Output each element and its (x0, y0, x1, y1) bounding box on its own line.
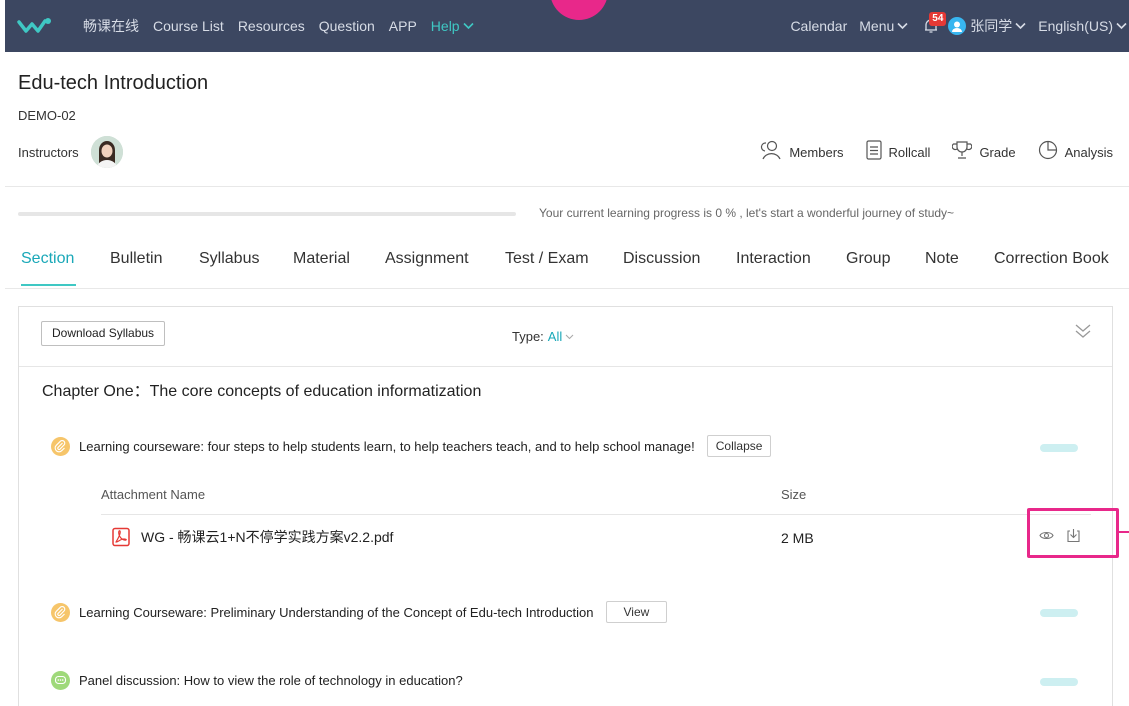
learning-progress-bar (18, 212, 516, 216)
collapse-button[interactable]: Collapse (706, 435, 772, 457)
nav-course-list[interactable]: Course List (153, 18, 224, 34)
attachment-divider (101, 514, 1091, 515)
annotation-pointer-line (1119, 531, 1129, 533)
nav-menu-label: Menu (859, 18, 895, 34)
type-filter: Type: All (512, 329, 574, 344)
learning-progress-text: Your current learning progress is 0 % , … (539, 206, 955, 220)
tab-assignment[interactable]: Assignment (385, 250, 469, 268)
nav-help-label: Help (430, 18, 460, 34)
chapter-title: Chapter One：The core concepts of educati… (42, 383, 482, 400)
tab-syllabus[interactable]: Syllabus (199, 250, 259, 268)
type-filter-dropdown[interactable]: All (548, 329, 574, 344)
completion-status-pill (1040, 609, 1078, 617)
courseware-icon (51, 436, 70, 456)
notification-button[interactable]: 54 (920, 12, 947, 37)
course-tools: Members Rollcall Grade Analysis (760, 140, 1113, 160)
nav-language-label: English(US) (1038, 18, 1113, 34)
rollcall-label: Rollcall (888, 145, 931, 160)
nav-calendar[interactable]: Calendar (790, 18, 847, 34)
pdf-file-icon (112, 527, 130, 547)
tabs-divider (5, 288, 1129, 289)
type-filter-label: Type: (512, 329, 544, 344)
attachment-size-header: Size (781, 487, 807, 502)
nav-resources[interactable]: Resources (238, 18, 305, 34)
attachment-row[interactable]: WG - 畅课云1+N不停学实践方案v2.2.pdf (111, 527, 393, 547)
analysis-button[interactable]: Analysis (1038, 140, 1113, 160)
attachment-file-size: 2 MB (781, 530, 814, 546)
activity-item[interactable]: Learning Courseware: Preliminary Underst… (51, 601, 668, 623)
rollcall-button[interactable]: Rollcall (865, 140, 931, 160)
notification-badge: 54 (929, 12, 947, 26)
tab-discussion[interactable]: Discussion (623, 250, 700, 268)
instructors-section: Instructors (18, 136, 123, 168)
expand-all-icon[interactable] (1074, 321, 1092, 341)
activity-title[interactable]: Learning Courseware: Preliminary Underst… (79, 605, 594, 620)
courseware-icon (51, 602, 70, 622)
chevron-down-icon (1015, 22, 1026, 30)
nav-app[interactable]: APP (389, 18, 417, 34)
course-title: Edu-tech Introduction (18, 72, 209, 94)
annotation-highlight-box (1027, 508, 1119, 558)
activity-title[interactable]: Learning courseware: four steps to help … (79, 439, 695, 454)
nav-language-dropdown[interactable]: English(US) (1038, 18, 1127, 34)
course-code: DEMO-02 (18, 108, 76, 123)
attachment-file-name[interactable]: WG - 畅课云1+N不停学实践方案v2.2.pdf (141, 527, 393, 547)
nav-menu-dropdown[interactable]: Menu (859, 18, 908, 34)
user-avatar[interactable] (948, 17, 967, 35)
analysis-label: Analysis (1064, 145, 1113, 160)
view-button[interactable]: View (605, 601, 668, 623)
tab-correction-book[interactable]: Correction Book (994, 250, 1109, 268)
active-tab-indicator (21, 284, 76, 286)
instructors-label: Instructors (18, 144, 79, 160)
tab-bulletin[interactable]: Bulletin (110, 250, 162, 268)
grade-label: Grade (979, 145, 1016, 160)
members-icon (761, 140, 781, 160)
nav-user-dropdown[interactable]: 张同学 (970, 16, 1026, 36)
chevron-down-icon (897, 22, 908, 30)
download-syllabus-button[interactable]: Download Syllabus (41, 321, 166, 346)
header-divider (5, 186, 1129, 187)
instructor-avatar[interactable] (90, 136, 123, 168)
tab-note[interactable]: Note (925, 250, 959, 268)
chevron-down-icon (463, 22, 474, 30)
tab-group[interactable]: Group (846, 250, 890, 268)
attachment-name-header: Attachment Name (101, 487, 206, 502)
nav-user-name: 张同学 (970, 18, 1013, 34)
activity-item[interactable]: Panel discussion: How to view the role o… (51, 671, 463, 690)
tab-test-exam[interactable]: Test / Exam (505, 250, 589, 268)
section-panel: Download Syllabus Type: All Chapter One：… (18, 306, 1113, 706)
nav-brand-link[interactable]: 畅课在线 (83, 16, 139, 36)
type-filter-value: All (547, 329, 563, 344)
members-label: Members (789, 145, 844, 160)
discussion-icon (51, 671, 70, 690)
chevron-down-icon (565, 334, 574, 339)
activity-title[interactable]: Panel discussion: How to view the role o… (79, 673, 463, 688)
trophy-icon (952, 141, 973, 159)
pie-chart-icon (1038, 140, 1057, 160)
nav-help-dropdown[interactable]: Help (431, 18, 474, 34)
tab-interaction[interactable]: Interaction (736, 250, 811, 268)
grade-button[interactable]: Grade (952, 140, 1016, 160)
activity-item[interactable]: Learning courseware: four steps to help … (51, 435, 772, 457)
tab-section[interactable]: Section (21, 250, 74, 268)
brand-logo-icon[interactable] (17, 14, 53, 38)
tab-material[interactable]: Material (293, 250, 350, 268)
chevron-down-icon (1116, 22, 1127, 30)
document-list-icon (865, 140, 882, 160)
panel-toolbar: Download Syllabus Type: All (19, 307, 1112, 367)
completion-status-pill (1040, 678, 1078, 686)
course-tabs: Section Bulletin Syllabus Material Assig… (0, 250, 1129, 290)
nav-question[interactable]: Question (319, 18, 375, 34)
completion-status-pill (1040, 444, 1078, 452)
members-button[interactable]: Members (760, 140, 844, 160)
user-icon (952, 21, 963, 32)
